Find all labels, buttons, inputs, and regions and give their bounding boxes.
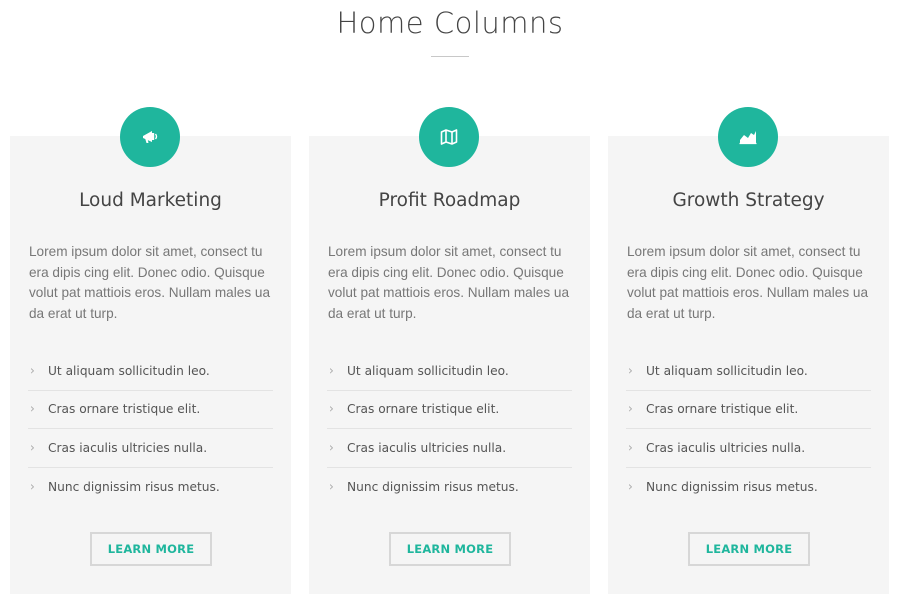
list-item-label: Ut aliquam sollicitudin leo. bbox=[347, 363, 509, 378]
chevron-right-icon: › bbox=[30, 440, 35, 455]
list-item-label: Nunc dignissim risus metus. bbox=[48, 479, 220, 494]
chevron-right-icon: › bbox=[329, 440, 334, 455]
list-item: › Nunc dignissim risus metus. bbox=[28, 468, 273, 507]
chevron-right-icon: › bbox=[329, 479, 334, 494]
icon-badge bbox=[419, 107, 479, 167]
list-item-label: Cras ornare tristique elit. bbox=[646, 402, 799, 417]
list-item: › Cras iaculis ultricies nulla. bbox=[327, 429, 572, 468]
list-item-label: Cras iaculis ultricies nulla. bbox=[347, 440, 507, 455]
map-icon bbox=[440, 129, 458, 145]
chevron-right-icon: › bbox=[329, 401, 334, 416]
list-item-label: Cras ornare tristique elit. bbox=[347, 402, 500, 417]
list-item: › Nunc dignissim risus metus. bbox=[626, 468, 871, 507]
column-title: Loud Marketing bbox=[79, 190, 222, 211]
chevron-right-icon: › bbox=[329, 363, 334, 378]
column-description: Lorem ipsum dolor sit amet, consect tu e… bbox=[29, 244, 271, 321]
chevron-right-icon: › bbox=[30, 401, 35, 416]
icon-badge bbox=[120, 107, 180, 167]
chevron-right-icon: › bbox=[628, 363, 633, 378]
list-item-label: Ut aliquam sollicitudin leo. bbox=[48, 363, 210, 378]
column-profit-roadmap: Profit Roadmap Lorem ipsum dolor sit ame… bbox=[309, 107, 590, 594]
list-item: › Ut aliquam sollicitudin leo. bbox=[327, 352, 572, 391]
list-item-label: Ut aliquam sollicitudin leo. bbox=[646, 363, 808, 378]
list-item-label: Cras iaculis ultricies nulla. bbox=[646, 440, 806, 455]
list-item: › Cras iaculis ultricies nulla. bbox=[626, 429, 871, 468]
column-title: Profit Roadmap bbox=[378, 190, 521, 211]
column-title: Growth Strategy bbox=[672, 190, 825, 211]
feature-list: › Ut aliquam sollicitudin leo. › Cras orna… bbox=[626, 352, 871, 506]
list-item-label: Cras iaculis ultricies nulla. bbox=[48, 440, 208, 455]
chevron-right-icon: › bbox=[30, 363, 35, 378]
chevron-right-icon: › bbox=[628, 440, 633, 455]
list-item: › Cras ornare tristique elit. bbox=[28, 391, 273, 429]
list-item: › Cras iaculis ultricies nulla. bbox=[28, 429, 273, 468]
area-chart-icon bbox=[739, 131, 757, 145]
column-description: Lorem ipsum dolor sit amet, consect tu e… bbox=[328, 244, 570, 321]
list-item: › Cras ornare tristique elit. bbox=[327, 391, 572, 429]
chevron-right-icon: › bbox=[30, 479, 35, 494]
learn-more-button[interactable]: LEARN MORE bbox=[389, 532, 511, 566]
feature-list: › Ut aliquam sollicitudin leo. › Cras orna… bbox=[28, 352, 273, 506]
list-item: › Cras ornare tristique elit. bbox=[626, 391, 871, 429]
list-item: › Ut aliquam sollicitudin leo. bbox=[28, 352, 273, 391]
learn-more-button[interactable]: LEARN MORE bbox=[688, 532, 810, 566]
list-item: › Ut aliquam sollicitudin leo. bbox=[626, 352, 871, 391]
column-growth-strategy: Growth Strategy Lorem ipsum dolor sit am… bbox=[608, 107, 889, 594]
home-columns: Loud Marketing Lorem ipsum dolor sit ame… bbox=[0, 0, 900, 613]
icon-badge bbox=[718, 107, 778, 167]
list-item-label: Nunc dignissim risus metus. bbox=[646, 479, 818, 494]
list-item-label: Nunc dignissim risus metus. bbox=[347, 479, 519, 494]
learn-more-button[interactable]: LEARN MORE bbox=[90, 532, 212, 566]
list-item-label: Cras ornare tristique elit. bbox=[48, 402, 201, 417]
column-description: Lorem ipsum dolor sit amet, consect tu e… bbox=[627, 244, 869, 321]
feature-list: › Ut aliquam sollicitudin leo. › Cras orna… bbox=[327, 352, 572, 506]
chevron-right-icon: › bbox=[628, 401, 633, 416]
list-item: › Nunc dignissim risus metus. bbox=[327, 468, 572, 507]
chevron-right-icon: › bbox=[628, 479, 633, 494]
megaphone-icon bbox=[143, 131, 158, 143]
column-loud-marketing: Loud Marketing Lorem ipsum dolor sit ame… bbox=[10, 107, 291, 594]
